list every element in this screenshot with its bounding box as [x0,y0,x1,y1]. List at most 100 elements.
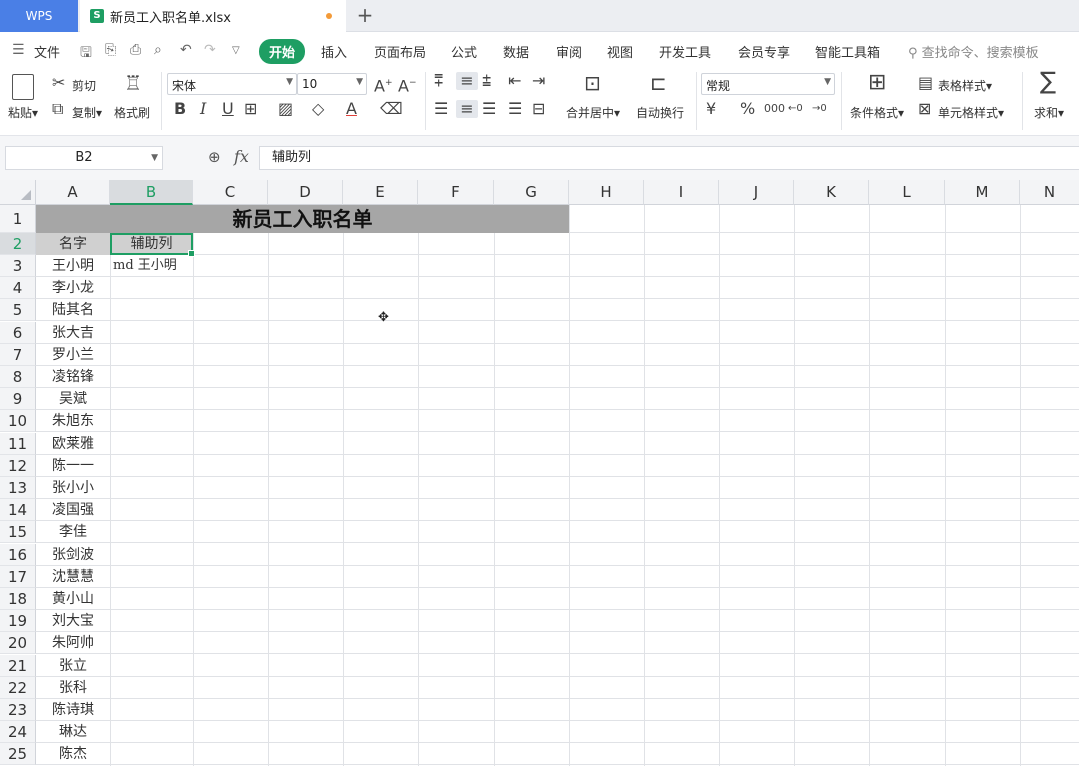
cell-a16[interactable]: 张剑波 [36,544,110,566]
justify-icon[interactable]: ☰ [508,100,522,118]
cell-a6[interactable]: 张大吉 [36,322,110,344]
hamburger-icon[interactable]: ☰ [12,42,25,58]
copy-button[interactable]: 复制▾ [72,104,102,121]
copy-icon[interactable]: ⧉ [52,100,63,118]
decrease-indent-icon[interactable]: ⇤ [508,72,521,90]
wrap-text-button[interactable]: 自动换行 [636,104,684,121]
save-icon[interactable]: 🖫 [80,42,92,66]
cell-a24[interactable]: 琳达 [36,721,110,743]
row-header-13[interactable]: 13 [0,477,36,499]
cell-style-button[interactable]: 单元格样式▾ [938,104,1004,121]
table-style-button[interactable]: 表格样式▾ [938,77,992,94]
fx-icon[interactable]: fx [234,147,249,166]
cell-a5[interactable]: 陆其名 [36,299,110,321]
row-header-11[interactable]: 11 [0,432,36,455]
row-header-19[interactable]: 19 [0,610,36,633]
distributed-icon[interactable]: ⊟ [532,100,545,118]
cell-a3[interactable]: 王小明 [36,255,110,277]
table-style-icon[interactable]: ▤ [918,74,933,92]
column-header-n[interactable]: N [1020,180,1079,205]
column-header-c[interactable]: C [193,180,268,205]
row-header-5[interactable]: 5 [0,299,36,322]
cell-a23[interactable]: 陈诗琪 [36,699,110,721]
cell-b3[interactable]: md 王小明 [113,255,193,277]
decrease-font-icon[interactable]: A− [398,74,417,95]
paste-button[interactable]: 粘贴▾ [8,104,38,121]
thousands-icon[interactable]: 000 [764,100,785,118]
wrap-text-icon[interactable]: ⊏ [650,73,667,93]
scissors-icon[interactable]: ✂ [52,74,65,92]
print-preview-icon[interactable]: ⌕ [154,42,162,58]
wps-home-tab[interactable]: WPS [0,0,78,32]
column-header-k[interactable]: K [794,180,869,205]
row-header-25[interactable]: 25 [0,743,36,766]
percent-icon[interactable]: % [740,100,755,118]
print-icon[interactable]: ⎙ [130,42,141,58]
cell-a17[interactable]: 沈慧慧 [36,566,110,588]
spreadsheet-grid[interactable]: A B C D E F G H I J K L M N 1 2 3 4 5 6 7 8 9 10 11 12 13 14 15 16 17 1… [0,180,1079,766]
currency-icon[interactable]: ¥ [706,100,716,118]
row-header-14[interactable]: 14 [0,499,36,522]
column-header-j[interactable]: J [719,180,794,205]
menu-tab-formulas[interactable]: 公式 [451,42,477,61]
sum-icon[interactable]: ∑ [1040,69,1056,93]
column-header-h[interactable]: H [569,180,644,205]
align-right-icon[interactable]: ☰ [482,100,496,118]
row-header-9[interactable]: 9 [0,388,36,411]
row-header-16[interactable]: 16 [0,543,36,566]
column-header-f[interactable]: F [418,180,494,205]
cell-a18[interactable]: 黄小山 [36,588,110,610]
row-header-8[interactable]: 8 [0,366,36,388]
increase-font-icon[interactable]: A+ [374,74,393,95]
header-cell-name[interactable]: 名字 [36,233,110,255]
conditional-format-button[interactable]: 条件格式▾ [850,104,904,121]
select-all-corner[interactable] [0,180,36,205]
new-tab-button[interactable]: + [354,4,376,26]
format-painter-button[interactable]: 格式刷 [114,104,150,121]
decrease-decimal-icon[interactable]: →0 [812,100,827,118]
cell-a9[interactable]: 吴斌 [36,388,110,410]
cell-a10[interactable]: 朱旭东 [36,410,110,432]
row-header-21[interactable]: 21 [0,654,36,677]
menu-tab-member[interactable]: 会员专享 [738,42,790,61]
align-bottom-icon[interactable]: ⩲ [482,72,491,90]
column-header-g[interactable]: G [494,180,569,205]
menu-tab-smart-toolbox[interactable]: 智能工具箱 [815,42,880,61]
active-cell-selection[interactable] [110,233,195,257]
menu-file[interactable]: 文件 [34,42,60,61]
title-merged-cell[interactable]: 新员工入职名单 [36,205,569,233]
row-header-15[interactable]: 15 [0,521,36,544]
menu-tab-page-layout[interactable]: 页面布局 [374,42,426,61]
undo-icon[interactable]: ↶ [180,42,192,58]
cell-a4[interactable]: 李小龙 [36,277,110,299]
sum-button[interactable]: 求和▾ [1034,104,1064,121]
fill-color-icon[interactable]: ◇ [312,100,324,118]
row-header-20[interactable]: 20 [0,632,36,655]
menu-tab-developer[interactable]: 开发工具 [659,42,711,61]
menu-tab-review[interactable]: 审阅 [556,42,582,61]
row-header-4[interactable]: 4 [0,277,36,300]
increase-decimal-icon[interactable]: ←0 [788,100,803,118]
cell-a7[interactable]: 罗小兰 [36,344,110,366]
row-header-24[interactable]: 24 [0,721,36,744]
number-format-select[interactable]: 常规 ▼ [701,73,835,95]
formula-input[interactable]: 辅助列 [259,146,1079,170]
column-header-a[interactable]: A [36,180,110,205]
row-header-18[interactable]: 18 [0,588,36,610]
conditional-format-icon[interactable]: ⊞ [868,72,886,94]
cell-a11[interactable]: 欧莱雅 [36,433,110,455]
menu-tab-view[interactable]: 视图 [607,42,633,61]
cell-a25[interactable]: 陈杰 [36,743,110,765]
document-tab[interactable]: S 新员工入职名单.xlsx [80,0,346,32]
border-icon[interactable]: ⊞ [244,100,257,118]
align-center-icon[interactable]: ≡ [456,100,478,118]
cell-a13[interactable]: 张小小 [36,477,110,499]
column-header-m[interactable]: M [945,180,1020,205]
format-painter-icon[interactable]: ♖ [124,73,142,93]
font-color-icon[interactable]: A [346,100,357,118]
quick-access-dropdown-icon[interactable]: ▽ [232,45,240,56]
cell-a8[interactable]: 凌铭锋 [36,366,110,388]
row-header-2[interactable]: 2 [0,233,36,255]
cell-style-icon[interactable]: ⊠ [918,100,931,118]
menu-tab-insert[interactable]: 插入 [321,42,347,61]
